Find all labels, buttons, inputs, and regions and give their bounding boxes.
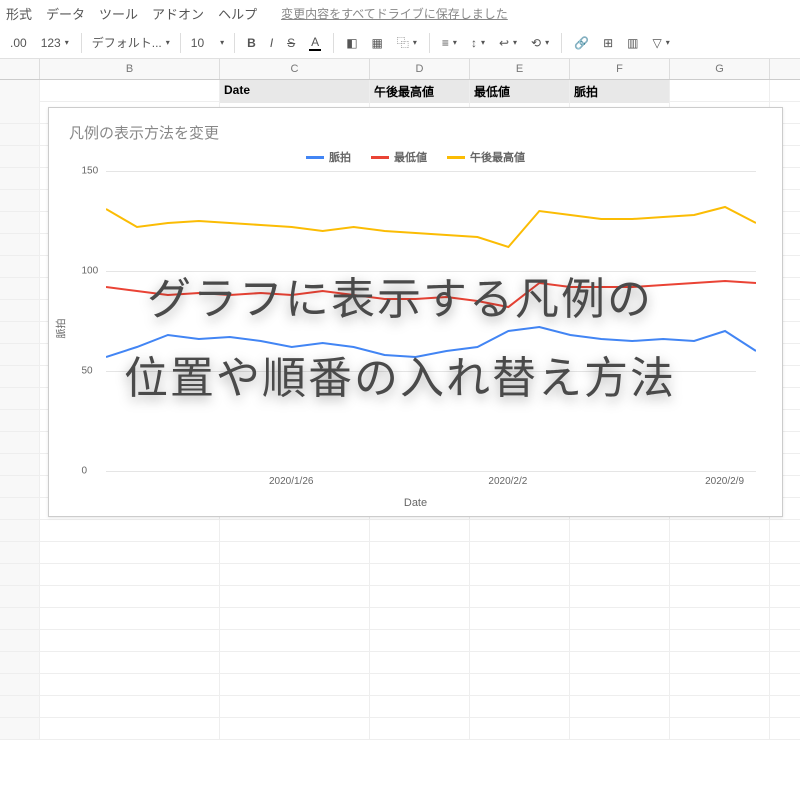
- legend-item-pulse: 脈拍: [306, 149, 351, 165]
- chart-legend: 脈拍 最低値 午後最高値: [49, 147, 782, 171]
- col-header[interactable]: B: [40, 59, 220, 79]
- row-number[interactable]: [0, 80, 40, 103]
- cell[interactable]: [670, 80, 770, 103]
- decrease-decimal-button[interactable]: .00: [4, 32, 33, 54]
- merge-button[interactable]: ⿻▾: [391, 30, 423, 55]
- col-header[interactable]: C: [220, 59, 370, 79]
- menu-addons[interactable]: アドオン: [152, 4, 204, 23]
- legend-item-low: 最低値: [371, 149, 427, 165]
- separator: [81, 33, 82, 53]
- legend-item-high: 午後最高値: [447, 149, 525, 165]
- separator: [180, 33, 181, 53]
- chart-plot-area: 脈拍 0501001502020/1/262020/2/22020/2/9: [76, 171, 756, 471]
- chart-object[interactable]: 凡例の表示方法を変更 脈拍 最低値 午後最高値 脈拍 0501001502020…: [48, 107, 783, 517]
- legend-swatch: [447, 156, 465, 159]
- menu-tools[interactable]: ツール: [99, 4, 138, 23]
- cell[interactable]: [770, 80, 800, 103]
- bold-button[interactable]: B: [241, 32, 262, 54]
- table-row: [0, 520, 800, 542]
- cell-header-date[interactable]: Date: [220, 80, 370, 103]
- col-header[interactable]: D: [370, 59, 470, 79]
- table-row: [0, 630, 800, 652]
- menu-data[interactable]: データ: [46, 4, 85, 23]
- font-size-select[interactable]: 10▾: [187, 34, 228, 52]
- v-align-button[interactable]: ↕▾: [465, 32, 491, 54]
- legend-swatch: [306, 156, 324, 159]
- cell-header-low[interactable]: 最低値: [470, 80, 570, 103]
- separator: [234, 33, 235, 53]
- table-row: [0, 542, 800, 564]
- chart-title: 凡例の表示方法を変更: [49, 108, 782, 147]
- format-number-button[interactable]: 123▾: [35, 32, 75, 54]
- table-row: [0, 696, 800, 718]
- col-header[interactable]: H: [770, 59, 800, 79]
- menu-help[interactable]: ヘルプ: [218, 4, 257, 23]
- borders-button[interactable]: ▦: [366, 32, 389, 54]
- table-row: [0, 564, 800, 586]
- table-row: Date 午後最高値 最低値 脈拍: [0, 80, 800, 102]
- separator: [561, 33, 562, 53]
- wrap-button[interactable]: ↩▾: [493, 32, 523, 54]
- font-select[interactable]: デフォルト...▾: [88, 32, 174, 53]
- rotate-button[interactable]: ⟲▾: [525, 32, 555, 54]
- cell-header-pulse[interactable]: 脈拍: [570, 80, 670, 103]
- legend-swatch: [371, 156, 389, 159]
- filter-button[interactable]: ▽▾: [646, 32, 675, 54]
- chart-button[interactable]: ▥: [621, 32, 644, 54]
- col-header[interactable]: F: [570, 59, 670, 79]
- menu-format[interactable]: 形式: [6, 4, 32, 23]
- column-headers: B C D E F G H: [0, 59, 800, 80]
- link-button[interactable]: 🔗: [568, 32, 595, 54]
- text-color-button[interactable]: A: [303, 31, 327, 55]
- corner-cell[interactable]: [0, 59, 40, 79]
- col-header[interactable]: E: [470, 59, 570, 79]
- table-row: [0, 718, 800, 740]
- fill-color-button[interactable]: ◧: [340, 32, 363, 54]
- x-axis-label: Date: [49, 497, 782, 509]
- row-number[interactable]: [0, 102, 40, 123]
- table-row: [0, 652, 800, 674]
- table-row: [0, 608, 800, 630]
- strike-button[interactable]: S: [281, 32, 301, 54]
- chart-lines: [106, 171, 756, 471]
- col-header[interactable]: G: [670, 59, 770, 79]
- menu-bar: 形式 データ ツール アドオン ヘルプ 変更内容をすべてドライブに保存しました: [0, 0, 800, 27]
- separator: [333, 33, 334, 53]
- y-axis-label: 脈拍: [52, 319, 67, 339]
- save-status: 変更内容をすべてドライブに保存しました: [281, 5, 508, 22]
- table-row: [0, 674, 800, 696]
- cell[interactable]: [40, 80, 220, 103]
- cell-header-high[interactable]: 午後最高値: [370, 80, 470, 103]
- separator: [429, 33, 430, 53]
- h-align-button[interactable]: ≡▾: [436, 32, 463, 54]
- table-row: [0, 586, 800, 608]
- sheet-area: B C D E F G H Date 午後最高値 最低値 脈拍 2020/1/2…: [0, 59, 800, 740]
- toolbar: .00 123▾ デフォルト...▾ 10▾ B I S A ◧ ▦ ⿻▾ ≡▾…: [0, 27, 800, 59]
- italic-button[interactable]: I: [264, 32, 279, 54]
- comment-button[interactable]: ⊞: [597, 32, 619, 54]
